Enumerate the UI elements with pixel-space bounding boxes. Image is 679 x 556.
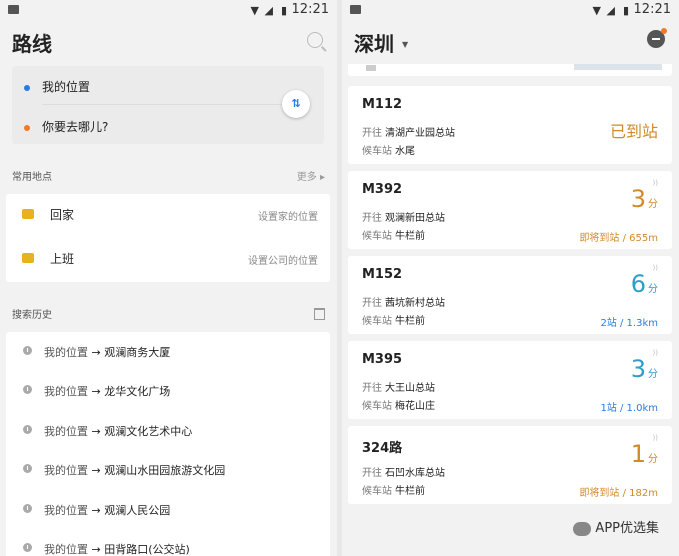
search-history-card: 我的位置 → 观澜商务大厦 我的位置 → 龙华文化广场 我的位置 → 观澜文化艺… bbox=[6, 332, 330, 556]
eta-minutes: 6分 bbox=[630, 270, 658, 298]
history-item[interactable]: 我的位置 → 观澜文化艺术中心 bbox=[6, 413, 330, 451]
clock-icon bbox=[23, 346, 32, 355]
notification-icon bbox=[350, 5, 361, 14]
home-icon bbox=[22, 209, 34, 219]
clock-icon bbox=[23, 464, 32, 473]
swap-route-button[interactable]: ⇅ bbox=[282, 90, 310, 118]
bus-distance: 即将到站 / 182m bbox=[579, 488, 658, 499]
swap-icon: ⇅ bbox=[291, 97, 301, 110]
bus-distance: 即将到站 / 655m bbox=[579, 233, 658, 244]
favorite-item-work[interactable]: 上班 设置公司的位置 bbox=[6, 238, 330, 282]
search-history-title: 搜索历史 bbox=[12, 310, 52, 321]
eta-minutes: 3分 bbox=[630, 185, 658, 213]
clock-icon bbox=[23, 425, 32, 434]
bus-stop: 水尾 bbox=[395, 146, 415, 157]
clock-icon bbox=[23, 385, 32, 394]
wifi-icon: ▼ bbox=[250, 4, 259, 17]
map-thumbnail bbox=[574, 64, 662, 70]
wifi-icon: ▼ bbox=[592, 4, 601, 17]
briefcase-icon bbox=[22, 253, 34, 263]
battery-icon: ▮ bbox=[280, 4, 287, 17]
route-divider bbox=[42, 104, 288, 105]
route-from-label: 我的位置 bbox=[42, 80, 91, 94]
bus-card[interactable]: M112 开往 清湖产业园总站 候车站 水尾 已到站 bbox=[348, 86, 672, 164]
bus-stop: 牛栏前 bbox=[395, 486, 425, 497]
battery-icon: ▮ bbox=[622, 4, 629, 17]
bus-destination: 观澜新田总站 bbox=[385, 213, 445, 224]
bus-route: M392 bbox=[362, 182, 403, 197]
bus-distance: 1站 / 1.0km bbox=[600, 403, 658, 414]
route-to-label: 你要去哪儿? bbox=[42, 120, 109, 134]
route-to-field[interactable]: 你要去哪儿? bbox=[24, 118, 108, 135]
eta-minutes: 1分 bbox=[630, 440, 658, 468]
bus-destination: 石凹水库总站 bbox=[385, 468, 445, 479]
bus-stop: 梅花山庄 bbox=[395, 401, 435, 412]
favorite-item-home[interactable]: 回家 设置家的位置 bbox=[6, 194, 330, 238]
search-icon[interactable] bbox=[307, 32, 323, 48]
more-link[interactable]: 更多 ▸ bbox=[297, 168, 325, 183]
history-item[interactable]: 我的位置 → 观澜商务大厦 bbox=[6, 334, 330, 372]
history-item[interactable]: 我的位置 → 观澜山水田园旅游文化园 bbox=[6, 452, 330, 490]
bus-route: M152 bbox=[362, 267, 403, 282]
eta-minutes: 3分 bbox=[630, 355, 658, 383]
signal-icon: ◢ bbox=[264, 4, 273, 17]
status-bar: ▼ ◢ ▮ 12:21 bbox=[0, 0, 337, 22]
bus-destination: 大王山总站 bbox=[385, 383, 435, 394]
right-screen: ▼ ◢ ▮ 12:21 深圳 ▼ M112 开往 清湖产业园总站 候车站 水尾 已到… bbox=[342, 0, 679, 556]
caret-down-icon[interactable]: ▼ bbox=[402, 40, 408, 49]
bus-stop: 牛栏前 bbox=[395, 316, 425, 327]
left-screen: ▼ ◢ ▮ 12:21 路线 我的位置 你要去哪儿? ⇅ 常用地点 更多 ▸ 回… bbox=[0, 0, 337, 556]
common-places-title: 常用地点 bbox=[12, 172, 52, 183]
clock-icon bbox=[23, 543, 32, 552]
status-time: 12:21 bbox=[291, 2, 329, 17]
history-item[interactable]: 我的位置 → 观澜人民公园 bbox=[6, 492, 330, 530]
city-selector[interactable]: 深圳 bbox=[354, 28, 394, 57]
favorite-label: 上班 bbox=[50, 252, 75, 266]
origin-dot-icon bbox=[24, 84, 30, 91]
page-title: 路线 bbox=[12, 32, 52, 56]
route-input-card: 我的位置 你要去哪儿? ⇅ bbox=[12, 66, 324, 144]
wechat-icon bbox=[573, 521, 592, 536]
route-header: 路线 bbox=[0, 22, 337, 64]
history-item[interactable]: 我的位置 → 龙华文化广场 bbox=[6, 373, 330, 411]
bus-route: 324路 bbox=[362, 441, 403, 456]
bus-destination: 茜坑新村总站 bbox=[385, 298, 445, 309]
status-time: 12:21 bbox=[633, 2, 671, 17]
partial-card bbox=[348, 64, 672, 76]
trash-icon[interactable] bbox=[314, 308, 325, 320]
bus-card[interactable]: 324路 开往 石凹水库总站 候车站 牛栏前 )) 1分 即将到站 / 182m bbox=[348, 426, 672, 504]
bus-destination: 清湖产业园总站 bbox=[385, 128, 455, 139]
common-places-card: 回家 设置家的位置 上班 设置公司的位置 bbox=[6, 194, 330, 282]
bus-card[interactable]: M392 开往 观澜新田总站 候车站 牛栏前 )) 3分 即将到站 / 655m bbox=[348, 171, 672, 249]
watermark: APP优选集 bbox=[573, 517, 659, 536]
bus-stop: 牛栏前 bbox=[395, 231, 425, 242]
city-header: 深圳 ▼ bbox=[342, 22, 679, 64]
arrived-status: 已到站 bbox=[609, 122, 658, 141]
bus-distance: 2站 / 1.3km bbox=[600, 318, 658, 329]
message-icon[interactable] bbox=[647, 28, 667, 48]
favorite-hint: 设置家的位置 bbox=[258, 212, 318, 223]
favorite-hint: 设置公司的位置 bbox=[248, 256, 318, 267]
signal-icon: ◢ bbox=[606, 4, 615, 17]
favorite-label: 回家 bbox=[50, 208, 75, 222]
bus-card[interactable]: M395 开往 大王山总站 候车站 梅花山庄 )) 3分 1站 / 1.0km bbox=[348, 341, 672, 419]
destination-dot-icon bbox=[24, 124, 30, 131]
bus-route: M395 bbox=[362, 352, 403, 367]
status-bar: ▼ ◢ ▮ 12:21 bbox=[342, 0, 679, 22]
notification-icon bbox=[8, 5, 19, 14]
bus-route: M112 bbox=[362, 97, 403, 112]
bus-card[interactable]: M152 开往 茜坑新村总站 候车站 牛栏前 )) 6分 2站 / 1.3km bbox=[348, 256, 672, 334]
history-item[interactable]: 我的位置 → 田背路口(公交站) bbox=[6, 531, 330, 556]
map-icon bbox=[366, 65, 376, 71]
clock-icon bbox=[23, 504, 32, 513]
route-from-field[interactable]: 我的位置 bbox=[24, 78, 90, 95]
